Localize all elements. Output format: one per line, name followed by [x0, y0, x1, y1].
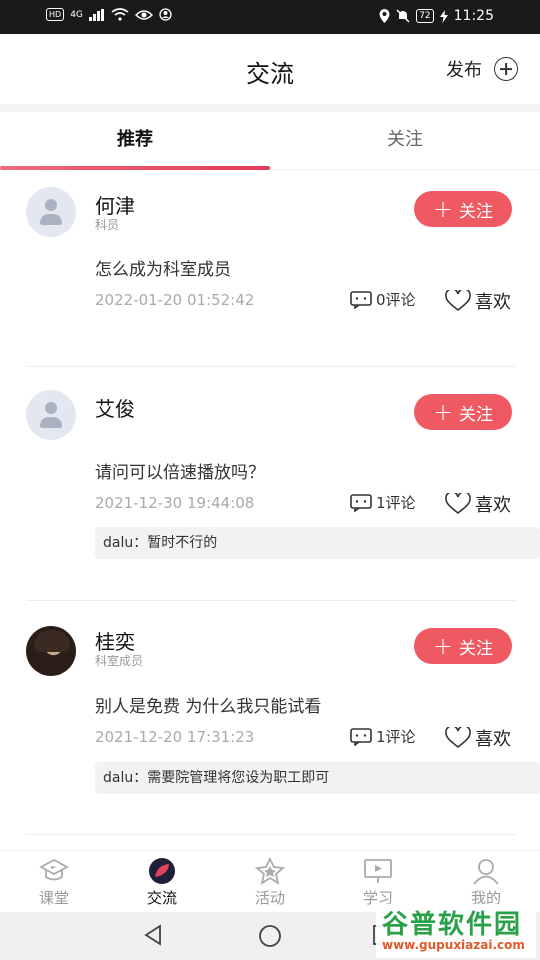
avatar[interactable]	[26, 626, 76, 676]
comment-icon	[350, 493, 372, 512]
default-avatar-icon	[45, 199, 57, 211]
network-type: 4G	[70, 9, 83, 20]
post-timestamp: 2022-01-20 01:52:42	[95, 291, 255, 309]
like-button[interactable]: 喜欢	[445, 288, 511, 314]
comment-button[interactable]: 1评论	[350, 492, 416, 513]
tabbar-label: 交流	[146, 889, 177, 907]
wifi-icon	[111, 8, 129, 21]
add-circle-icon	[494, 57, 518, 81]
post-divider	[26, 834, 516, 835]
status-left: HD 4G	[46, 8, 172, 21]
publish-label: 发布	[446, 60, 482, 81]
tab-recommended[interactable]: 推荐	[0, 112, 270, 170]
bottom-tab-bar: 课堂 交流 活动 学习 我的	[0, 850, 540, 912]
post-content[interactable]: 别人是免费 为什么我只能试看	[95, 692, 321, 717]
post-author-name[interactable]: 桂奕	[95, 626, 135, 655]
account-circle-icon	[159, 8, 172, 21]
heart-icon	[445, 727, 471, 749]
chat-leaf-icon	[149, 858, 175, 884]
eye-icon	[134, 9, 153, 20]
star-badge-icon	[254, 857, 286, 885]
location-icon	[379, 9, 390, 23]
tabbar-label: 活动	[254, 889, 285, 907]
site-watermark: 谷普软件园 www.gupuxiazai.com	[376, 904, 536, 958]
post-divider	[26, 600, 516, 601]
feed-tabs: 推荐 关注	[0, 112, 540, 170]
header-separator	[0, 104, 540, 112]
status-time: 11:25	[453, 8, 494, 24]
post-author-name[interactable]: 何津	[95, 190, 135, 219]
comment-icon	[350, 727, 372, 746]
home-circle-icon[interactable]	[258, 924, 282, 948]
post-author-role: 科员	[95, 218, 120, 232]
heart-icon	[445, 493, 471, 515]
comment-count: 0评论	[376, 291, 416, 309]
post-author-role: 科室成员	[95, 654, 144, 668]
status-bar: HD 4G 72 11:25	[0, 0, 540, 34]
reply-preview[interactable]: dalu：需要院管理将您设为职工即可	[95, 762, 540, 794]
hd-badge: HD	[46, 8, 65, 21]
post-content[interactable]: 请问可以倍速播放吗？	[95, 458, 265, 483]
watermark-title: 谷普软件园	[382, 910, 523, 940]
follow-label: 关注	[459, 638, 494, 659]
plus-icon: +	[432, 632, 454, 660]
comment-button[interactable]: 1评论	[350, 726, 416, 747]
avatar-shoulders	[40, 214, 62, 225]
app-header: 交流 发布	[0, 34, 540, 104]
like-label: 喜欢	[475, 495, 511, 516]
follow-button[interactable]: + 关注	[414, 191, 512, 227]
post-timestamp: 2021-12-30 19:44:08	[95, 494, 255, 512]
post-timestamp: 2021-12-20 17:31:23	[95, 728, 255, 746]
avatar[interactable]	[26, 390, 76, 440]
post-author-name[interactable]: 艾俊	[95, 393, 135, 422]
video-board-icon	[364, 859, 392, 883]
reply-preview[interactable]: dalu：暂时不行的	[95, 527, 540, 559]
status-right: 72 11:25	[379, 8, 494, 24]
avatar-photo	[34, 630, 70, 652]
like-label: 喜欢	[475, 292, 511, 313]
plus-icon: +	[432, 398, 454, 426]
comment-count: 1评论	[376, 494, 416, 512]
tab-following[interactable]: 关注	[270, 112, 540, 170]
follow-button[interactable]: + 关注	[414, 628, 512, 664]
follow-label: 关注	[459, 201, 494, 222]
comment-icon	[350, 290, 372, 309]
avatar-shoulders	[40, 417, 62, 428]
profile-icon	[473, 859, 499, 885]
comment-count: 1评论	[376, 728, 416, 746]
like-button[interactable]: 喜欢	[445, 491, 511, 517]
tabbar-item-activity[interactable]: 活动	[216, 851, 324, 913]
follow-button[interactable]: + 关注	[414, 394, 512, 430]
charging-bolt-icon	[439, 9, 448, 23]
watermark-url: www.gupuxiazai.com	[382, 938, 525, 952]
avatar[interactable]	[26, 187, 76, 237]
post-content[interactable]: 怎么成为科室成员	[95, 255, 231, 280]
signal-icon	[88, 8, 104, 21]
like-button[interactable]: 喜欢	[445, 725, 511, 751]
publish-button[interactable]: 发布	[446, 56, 518, 82]
post-divider	[26, 366, 516, 367]
tabbar-item-classroom[interactable]: 课堂	[0, 851, 108, 913]
classroom-icon	[39, 858, 69, 881]
heart-icon	[445, 290, 471, 312]
comment-button[interactable]: 0评论	[350, 289, 416, 310]
default-avatar-icon	[45, 402, 57, 414]
battery-indicator: 72	[416, 9, 434, 23]
like-label: 喜欢	[475, 729, 511, 750]
tabbar-label: 课堂	[38, 889, 69, 907]
plus-icon: +	[432, 195, 454, 223]
follow-label: 关注	[459, 404, 494, 425]
tabbar-item-chat[interactable]: 交流	[108, 851, 216, 913]
back-triangle-icon[interactable]	[142, 924, 164, 946]
post-feed[interactable]: 何津 科员 + 关注 怎么成为科室成员 2022-01-20 01:52:42 …	[0, 170, 540, 850]
mute-bell-icon	[396, 9, 410, 23]
